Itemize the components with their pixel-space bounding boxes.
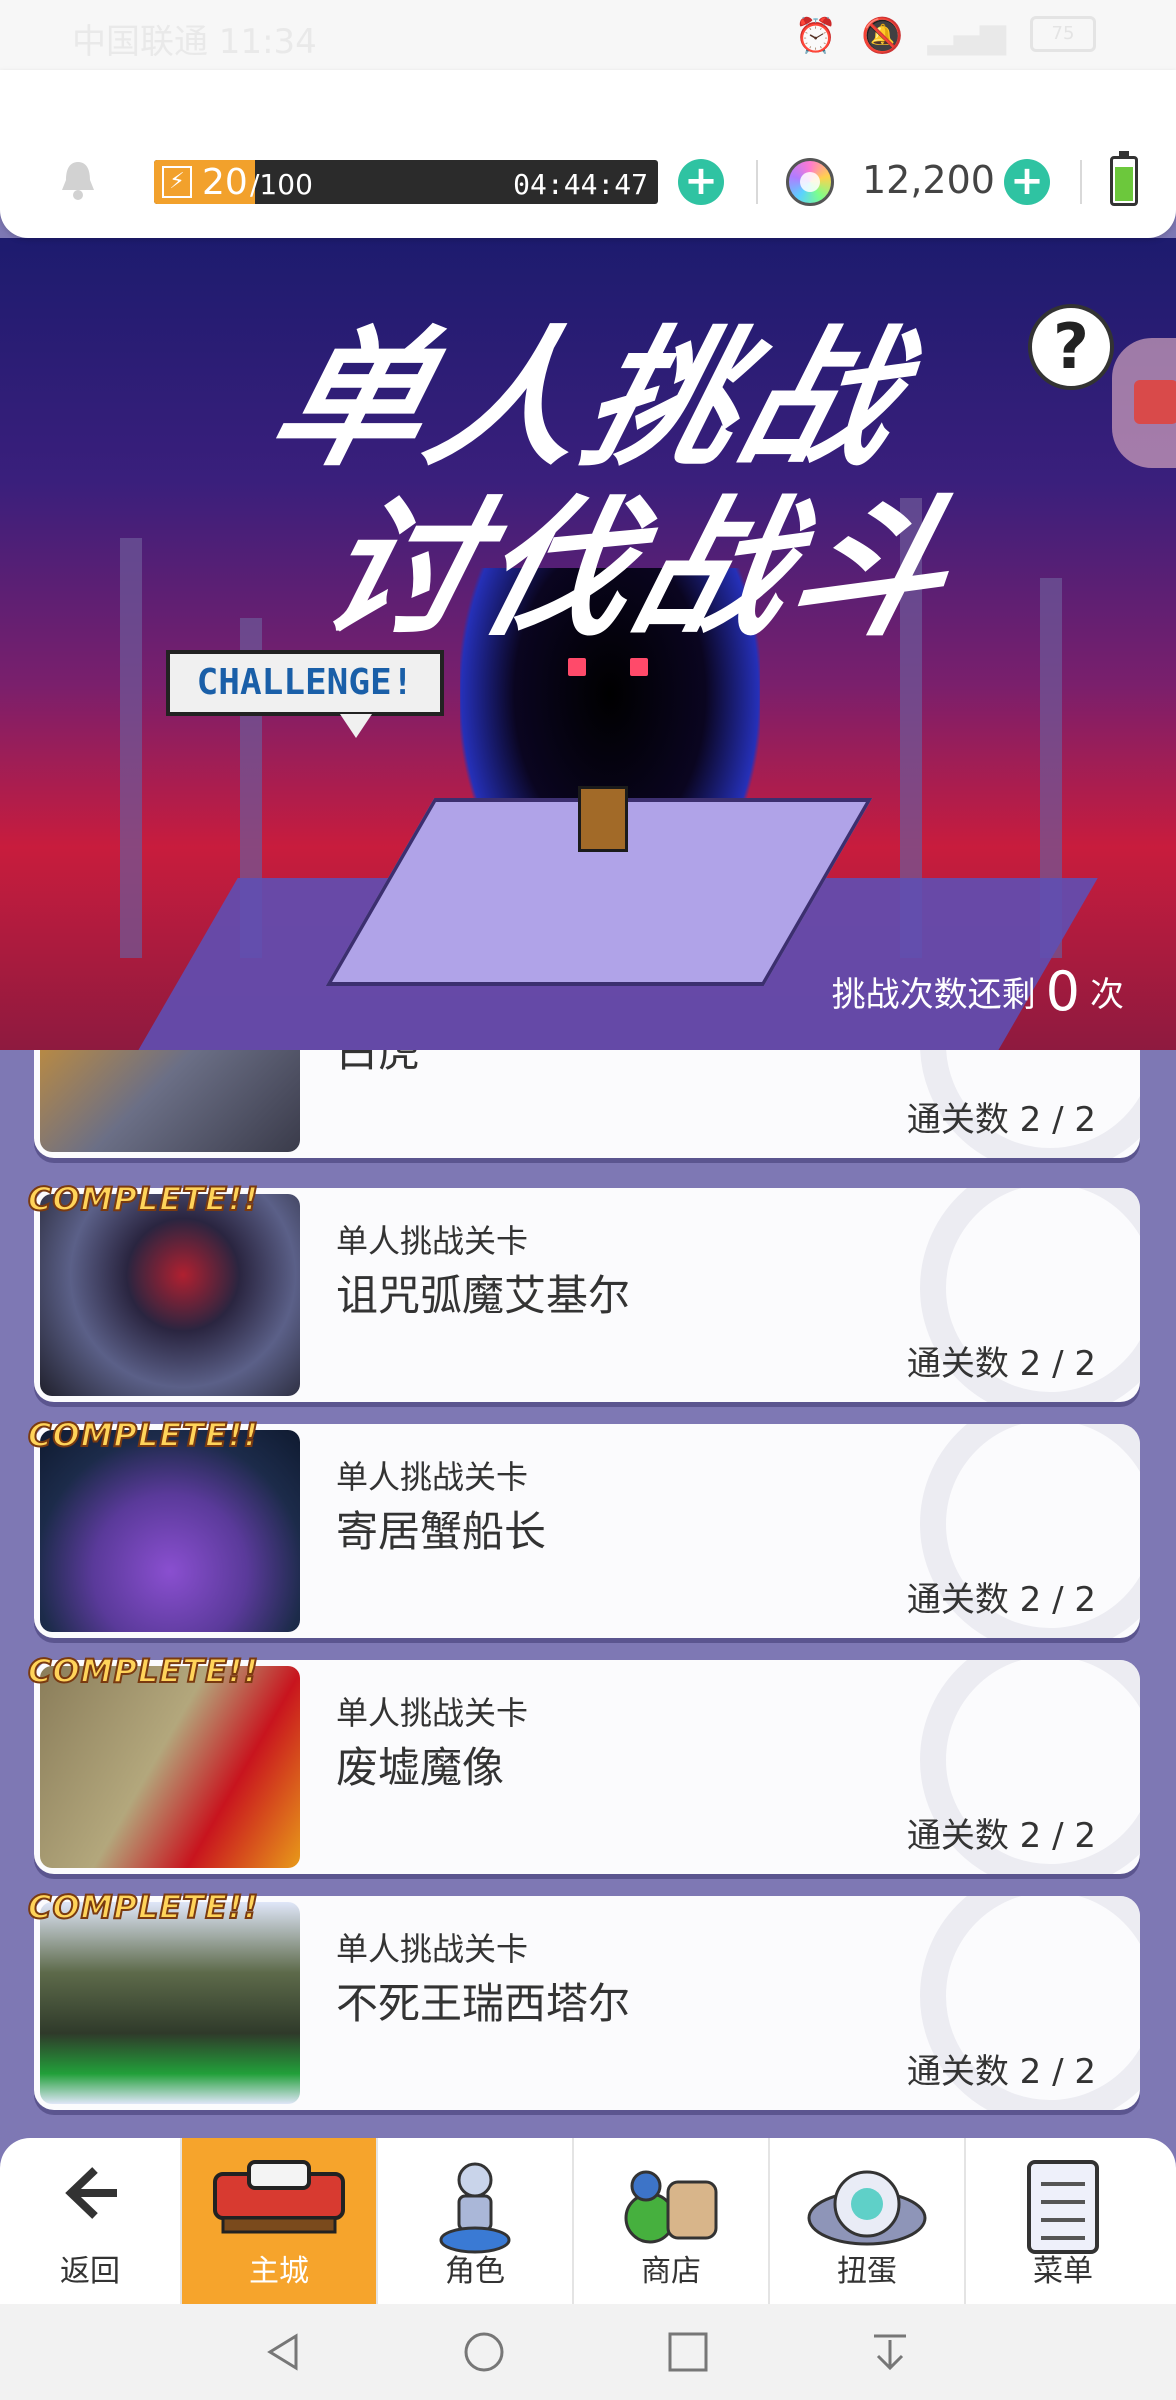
stage-subtitle: 单人挑战关卡 bbox=[336, 1930, 529, 1968]
gem-icon bbox=[786, 158, 834, 206]
banner-title-line2: 讨伐战斗 bbox=[304, 483, 973, 657]
gacha-icon bbox=[807, 2170, 927, 2246]
resource-header: ⚡ 20 /100 04:44:47 + 12,200 + bbox=[0, 70, 1176, 238]
castle-icon bbox=[213, 2160, 345, 2234]
stage-subtitle: 单人挑战关卡 bbox=[336, 1222, 529, 1260]
status-icons: ⏰ 🔕 ▂▄▆ 75 bbox=[795, 16, 1096, 56]
complete-badge: COMPLETE!! bbox=[27, 1415, 260, 1455]
stage-subtitle: 单人挑战关卡 bbox=[336, 1458, 529, 1496]
stage-name: 诅咒弧魔艾基尔 bbox=[336, 1271, 631, 1320]
nav-label: 角色 bbox=[445, 2254, 505, 2289]
chat-icon bbox=[1134, 380, 1176, 424]
stage-thumbnail bbox=[40, 1666, 300, 1868]
lightning-icon: ⚡ bbox=[162, 166, 192, 198]
nav-label: 菜单 bbox=[1033, 2254, 1093, 2289]
stamina-bar: ⚡ 20 /100 04:44:47 bbox=[154, 160, 658, 204]
shop-icon bbox=[624, 2170, 718, 2244]
hero-sprite bbox=[578, 786, 628, 852]
stage-card[interactable]: 单人挑战关卡 寄居蟹船长 通关数 2 / 2 bbox=[34, 1424, 1140, 1638]
back-arrow-icon bbox=[65, 2167, 117, 2219]
character-icon bbox=[439, 2162, 511, 2254]
alarm-icon: ⏰ bbox=[794, 16, 838, 56]
gem-count: 12,200 bbox=[862, 158, 995, 202]
stamina-timer: 04:44:47 bbox=[513, 168, 648, 201]
nav-label: 返回 bbox=[60, 2254, 120, 2289]
stage-clear-count: 通关数 2 / 2 bbox=[906, 2052, 1096, 2092]
stage-thumbnail bbox=[40, 1430, 300, 1632]
add-gem-button[interactable]: + bbox=[1004, 159, 1050, 205]
divider bbox=[756, 160, 758, 204]
stamina-max: /100 bbox=[250, 168, 313, 201]
system-nav-bar bbox=[0, 2304, 1176, 2400]
stage-clear-count: 通关数 2 / 2 bbox=[906, 1816, 1096, 1856]
nav-back[interactable]: 返回 bbox=[0, 2138, 180, 2304]
stamina-current: 20 bbox=[202, 162, 248, 203]
nav-label: 扭蛋 bbox=[837, 2254, 897, 2289]
stage-name: 废墟魔像 bbox=[336, 1743, 505, 1792]
remaining-suffix: 次 bbox=[1090, 975, 1124, 1015]
divider bbox=[1080, 160, 1082, 204]
nav-label: 主城 bbox=[249, 2254, 309, 2289]
stage-name: 不死王瑞西塔尔 bbox=[336, 1979, 631, 2028]
stage-clear-count: 通关数 2 / 2 bbox=[906, 1344, 1096, 1384]
challenge-speech-bubble: CHALLENGE! bbox=[166, 650, 444, 738]
signal-icon: ▂▄▆ bbox=[927, 16, 1006, 56]
stage-clear-count: 通关数 2 / 2 bbox=[906, 1100, 1096, 1140]
stage-thumbnail bbox=[40, 1902, 300, 2104]
system-back-icon[interactable] bbox=[262, 2330, 306, 2374]
stage-card[interactable]: 白虎 通关数 2 / 2 bbox=[34, 1050, 1140, 1158]
complete-badge: COMPLETE!! bbox=[27, 1651, 260, 1691]
system-recents-icon[interactable] bbox=[666, 2330, 710, 2374]
stage-subtitle: 单人挑战关卡 bbox=[336, 1694, 529, 1732]
device-battery-icon bbox=[1110, 151, 1138, 206]
status-battery-icon: 75 bbox=[1030, 16, 1096, 52]
nav-shop[interactable]: 商店 bbox=[572, 2138, 768, 2304]
nav-menu[interactable]: 菜单 bbox=[964, 2138, 1160, 2304]
chat-tab[interactable] bbox=[1112, 338, 1176, 468]
remaining-count: 0 bbox=[1045, 960, 1080, 1023]
stage-thumbnail bbox=[40, 1050, 300, 1152]
dead-tree-decoration bbox=[120, 538, 142, 958]
remaining-prefix: 挑战次数还剩 bbox=[831, 975, 1036, 1015]
menu-icon bbox=[1027, 2160, 1099, 2254]
help-button[interactable]: ? bbox=[1028, 304, 1114, 390]
nav-gacha[interactable]: 扭蛋 bbox=[768, 2138, 964, 2304]
status-bar: 中国联通 11:34 ⏰ 🔕 ▂▄▆ 75 bbox=[0, 0, 1176, 70]
bell-icon[interactable] bbox=[56, 158, 100, 202]
complete-badge: COMPLETE!! bbox=[27, 1179, 260, 1219]
nav-label: 商店 bbox=[641, 2254, 701, 2289]
nav-character[interactable]: 角色 bbox=[376, 2138, 572, 2304]
stage-clear-count: 通关数 2 / 2 bbox=[906, 1580, 1096, 1620]
system-dropdown-icon[interactable] bbox=[868, 2330, 912, 2374]
nav-main-city[interactable]: 主城 bbox=[180, 2138, 376, 2304]
add-stamina-button[interactable]: + bbox=[678, 159, 724, 205]
stage-name: 寄居蟹船长 bbox=[336, 1507, 547, 1556]
mute-icon: 🔕 bbox=[861, 16, 904, 56]
stage-card[interactable]: 单人挑战关卡 诅咒弧魔艾基尔 通关数 2 / 2 bbox=[34, 1188, 1140, 1402]
stage-name: 白虎 bbox=[336, 1050, 421, 1076]
system-home-icon[interactable] bbox=[462, 2330, 506, 2374]
stage-card[interactable]: 单人挑战关卡 不死王瑞西塔尔 通关数 2 / 2 bbox=[34, 1896, 1140, 2110]
stage-list[interactable]: 白虎 通关数 2 / 2 COMPLETE!! 单人挑战关卡 诅咒弧魔艾基尔 通… bbox=[0, 1050, 1176, 2140]
challenge-banner: 单人挑战 讨伐战斗 CHALLENGE! ? 挑战次数还剩 0 次 bbox=[0, 238, 1176, 1050]
remaining-attempts: 挑战次数还剩 0 次 bbox=[832, 960, 1124, 1023]
complete-badge: COMPLETE!! bbox=[27, 1887, 260, 1927]
carrier-time: 中国联通 11:34 bbox=[72, 22, 317, 62]
stage-card[interactable]: 单人挑战关卡 废墟魔像 通关数 2 / 2 bbox=[34, 1660, 1140, 1874]
bottom-nav: 返回 主城 角色 商店 扭蛋 菜单 bbox=[0, 2138, 1176, 2304]
stage-thumbnail bbox=[40, 1194, 300, 1396]
